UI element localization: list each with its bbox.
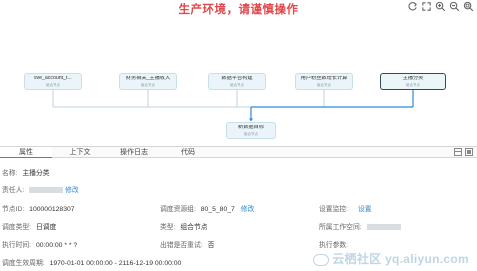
dag-node-target[interactable]: 新数据目标 组合节点 bbox=[226, 122, 276, 139]
type-label: 类型: bbox=[160, 224, 176, 231]
node-name: 财务相关_主播收入 bbox=[125, 76, 171, 81]
type-row: 类型: 组合节点 bbox=[160, 221, 208, 231]
node-name: 数据平台构建 bbox=[221, 76, 253, 81]
owner-label: 责任人: bbox=[2, 187, 25, 194]
properties-panel: 名称: 主播分类 责任人: 修改 节点ID: 100000128307 调度资源… bbox=[0, 158, 477, 271]
tab-code[interactable]: 代码 bbox=[162, 147, 214, 158]
schedule-type-row: 调度类型: 日调度 bbox=[2, 221, 56, 231]
node-name: 主播分类 bbox=[402, 76, 424, 81]
node-name: 用户粉丝数增长计算 bbox=[300, 76, 348, 81]
dag-node[interactable]: 数据平台构建 组合节点 bbox=[208, 73, 266, 90]
resource-group-row: 调度资源组: 80_5_80_7 修改 bbox=[160, 203, 254, 213]
name-label: 名称: bbox=[2, 170, 18, 177]
resource-group-label: 调度资源组: bbox=[160, 206, 196, 213]
exec-time-label: 执行时间: bbox=[2, 242, 32, 249]
retry-value: 否 bbox=[207, 242, 215, 249]
watermark: 云栖社区 yq.aliyun.com bbox=[313, 250, 469, 267]
exec-params-label: 执行参数: bbox=[319, 242, 349, 249]
maximize-panel-icon[interactable] bbox=[465, 148, 473, 156]
dag-node[interactable]: 财务相关_主播收入 组合节点 bbox=[119, 73, 177, 90]
node-type: 组合节点 bbox=[406, 82, 420, 87]
name-value: 主播分类 bbox=[22, 170, 50, 177]
workspace-row: 所属工作空间: bbox=[319, 221, 401, 231]
owner-value-redacted bbox=[29, 187, 64, 194]
effective-period-value: 1970-01-01 00:00:00 - 2116-12-19 00:00:0… bbox=[49, 260, 182, 267]
exec-params-row: 执行参数: bbox=[319, 239, 348, 249]
property-tabbar: 属性 上下文 操作日志 代码 bbox=[0, 146, 477, 158]
monitor-settings-link[interactable]: 设置 bbox=[358, 206, 372, 213]
node-type: 组合节点 bbox=[317, 82, 331, 87]
name-row: 名称: 主播分类 bbox=[2, 167, 50, 177]
effective-period-row: 调度生效周期: 1970-01-01 00:00:00 - 2116-12-19… bbox=[2, 257, 181, 267]
node-id-row: 节点ID: 100000128307 bbox=[2, 203, 75, 213]
dag-canvas[interactable]: 生产环境，请谨慎操作 live_account_t... 组合节点 财务相关_主… bbox=[0, 0, 477, 146]
resource-group-value: 80_5_80_7 bbox=[200, 206, 235, 213]
owner-row: 责任人: 修改 bbox=[2, 184, 79, 194]
schedule-type-label: 调度类型: bbox=[2, 224, 32, 231]
type-value: 组合节点 bbox=[180, 224, 208, 231]
monitor-label: 设置监控: bbox=[319, 206, 349, 213]
retry-row: 出错是否重试: 否 bbox=[160, 239, 214, 249]
tab-operation-log[interactable]: 操作日志 bbox=[108, 147, 160, 158]
node-name: live_account_t... bbox=[34, 76, 72, 81]
cloud-logo-icon bbox=[313, 253, 330, 266]
node-type: 组合节点 bbox=[244, 131, 258, 136]
effective-period-label: 调度生效周期: bbox=[2, 260, 45, 267]
tab-context[interactable]: 上下文 bbox=[54, 147, 106, 158]
exec-time-value: 00:00:00 * * ? bbox=[35, 242, 78, 249]
workspace-value-redacted bbox=[366, 224, 401, 231]
dag-node[interactable]: live_account_t... 组合节点 bbox=[24, 73, 82, 90]
exec-time-row: 执行时间: 00:00:00 * * ? bbox=[2, 239, 77, 249]
watermark-text: 云栖社区 yq.aliyun.com bbox=[332, 252, 469, 266]
node-id-label: 节点ID: bbox=[2, 206, 25, 213]
dag-node-selected[interactable]: 主播分类 组合节点 bbox=[380, 73, 446, 90]
node-type: 组合节点 bbox=[46, 82, 60, 87]
node-type: 组合节点 bbox=[230, 82, 244, 87]
schedule-type-value: 日调度 bbox=[35, 224, 57, 231]
workspace-label: 所属工作空间: bbox=[319, 224, 362, 231]
node-id-value: 100000128307 bbox=[29, 206, 75, 213]
owner-edit-link[interactable]: 修改 bbox=[65, 187, 79, 194]
minimize-panel-icon[interactable] bbox=[454, 148, 462, 156]
panel-controls bbox=[454, 148, 473, 156]
resource-group-edit-link[interactable]: 修改 bbox=[241, 206, 255, 213]
node-type: 组合节点 bbox=[141, 82, 155, 87]
monitor-row: 设置监控: 设置 bbox=[319, 203, 372, 213]
retry-label: 出错是否重试: bbox=[160, 242, 203, 249]
dag-node[interactable]: 用户粉丝数增长计算 组合节点 bbox=[295, 73, 353, 90]
tab-properties[interactable]: 属性 bbox=[0, 147, 52, 158]
node-name: 新数据目标 bbox=[238, 125, 264, 130]
